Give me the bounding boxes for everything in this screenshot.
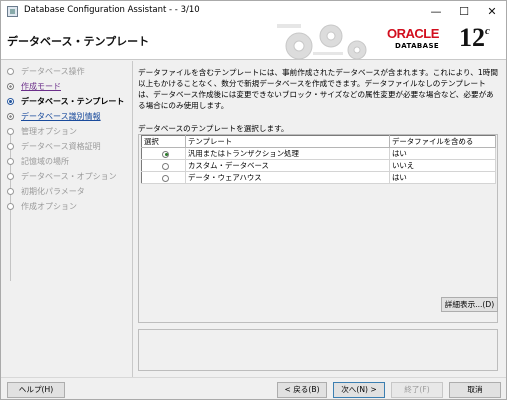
table-row[interactable]: カスタム・データベース いいえ — [141, 159, 496, 172]
template-cell[interactable]: データ・ウェアハウス — [185, 171, 390, 184]
datafiles-cell: はい — [389, 171, 496, 184]
oracle-logo: ORACLE DATABASE — [387, 26, 457, 56]
oracle-brand: ORACLE — [387, 26, 439, 41]
template-table: 選択 テンプレート データファイルを含める 汎用またはトランザクション処理 はい… — [141, 135, 496, 184]
finish-button: 終了(F) — [391, 382, 443, 398]
message-panel — [138, 329, 498, 371]
step-dot-icon — [7, 158, 14, 165]
step-database-credentials: データベース資格証明 — [7, 139, 133, 154]
step-initialization-parameters: 初期化パラメータ — [7, 184, 133, 199]
table-row[interactable]: データ・ウェアハウス はい — [141, 171, 496, 184]
table-header-row: 選択 テンプレート データファイルを含める — [141, 135, 496, 148]
oracle-product: DATABASE — [395, 42, 440, 50]
step-database-operation: データベース操作 — [7, 64, 133, 79]
step-storage-locations: 記憶域の場所 — [7, 154, 133, 169]
title-bar: Database Configuration Assistant - - 3/1… — [1, 1, 506, 22]
step-label: 管理オプション — [21, 127, 77, 136]
version-suffix: c — [485, 25, 490, 37]
datafiles-cell: はい — [389, 147, 496, 160]
template-cell[interactable]: 汎用またはトランザクション処理 — [185, 147, 390, 160]
show-details-button[interactable]: 詳細表示...(D) — [441, 297, 498, 312]
step-label[interactable]: データベース・テンプレート — [21, 94, 124, 109]
step-dot-icon — [7, 113, 14, 120]
step-label[interactable]: 作成モード — [21, 79, 61, 94]
window-title: Database Configuration Assistant - - 3/1… — [24, 5, 200, 15]
wizard-header: データベース・テンプレート ORACLE DATABASE 12c — [1, 22, 506, 60]
step-dot-icon — [7, 188, 14, 195]
datafiles-cell: いいえ — [389, 159, 496, 172]
step-database-template[interactable]: データベース・テンプレート — [7, 94, 133, 109]
step-dot-icon — [7, 83, 14, 90]
select-cell[interactable] — [141, 159, 186, 172]
step-current-icon — [7, 98, 14, 105]
select-cell[interactable] — [141, 171, 186, 184]
step-label[interactable]: データベース識別情報 — [21, 109, 101, 124]
gears-decoration — [277, 24, 367, 59]
step-label: 作成オプション — [21, 202, 77, 211]
cancel-button[interactable]: 取消 — [449, 382, 501, 398]
step-database-options: データベース・オプション — [7, 169, 133, 184]
step-label: データベース・オプション — [21, 172, 117, 181]
radio-icon[interactable] — [162, 162, 169, 170]
step-database-identification[interactable]: データベース識別情報 — [7, 109, 133, 124]
version-number: 12 — [459, 23, 485, 52]
step-dot-icon — [7, 173, 14, 180]
template-description: データファイルを含むテンプレートには、事前作成されたデータベースが含まれます。こ… — [138, 68, 498, 110]
step-management-options: 管理オプション — [7, 124, 133, 139]
column-header-template: テンプレート — [185, 135, 390, 148]
step-creation-options: 作成オプション — [7, 199, 133, 214]
select-template-prompt: データベースのテンプレートを選択します。 — [138, 124, 289, 133]
dbca-window: Database Configuration Assistant - - 3/1… — [0, 0, 507, 400]
radio-icon[interactable] — [162, 174, 169, 182]
step-dot-icon — [7, 143, 14, 150]
help-button[interactable]: ヘルプ(H) — [7, 382, 65, 398]
main-content: データファイルを含むテンプレートには、事前作成されたデータベースが含まれます。こ… — [138, 61, 504, 377]
minimize-button[interactable]: — — [421, 1, 451, 22]
column-header-select: 選択 — [141, 135, 186, 148]
column-header-datafiles: データファイルを含める — [389, 135, 496, 148]
step-creation-mode[interactable]: 作成モード — [7, 79, 133, 94]
step-dot-icon — [7, 128, 14, 135]
wizard-footer: ヘルプ(H) < 戻る(B) 次へ(N) > 終了(F) 取消 — [1, 377, 506, 400]
next-button[interactable]: 次へ(N) > — [333, 382, 385, 398]
step-label: データベース操作 — [21, 67, 85, 76]
app-icon — [7, 6, 18, 17]
step-dot-icon — [7, 203, 14, 210]
wizard-steps: データベース操作 作成モード データベース・テンプレート データベース識別情報 … — [1, 61, 133, 377]
select-cell[interactable] — [141, 147, 186, 160]
page-title: データベース・テンプレート — [7, 35, 150, 48]
close-button[interactable]: ✕ — [477, 1, 507, 22]
back-button[interactable]: < 戻る(B) — [277, 382, 327, 398]
table-row[interactable]: 汎用またはトランザクション処理 はい — [141, 147, 496, 160]
step-dot-icon — [7, 68, 14, 75]
step-label: 初期化パラメータ — [21, 187, 85, 196]
maximize-button[interactable]: ☐ — [449, 1, 479, 22]
radio-selected-icon[interactable] — [162, 150, 169, 158]
step-label: 記憶域の場所 — [21, 157, 69, 166]
step-label: データベース資格証明 — [21, 142, 101, 151]
template-cell[interactable]: カスタム・データベース — [185, 159, 390, 172]
version-label: 12c — [459, 23, 490, 53]
